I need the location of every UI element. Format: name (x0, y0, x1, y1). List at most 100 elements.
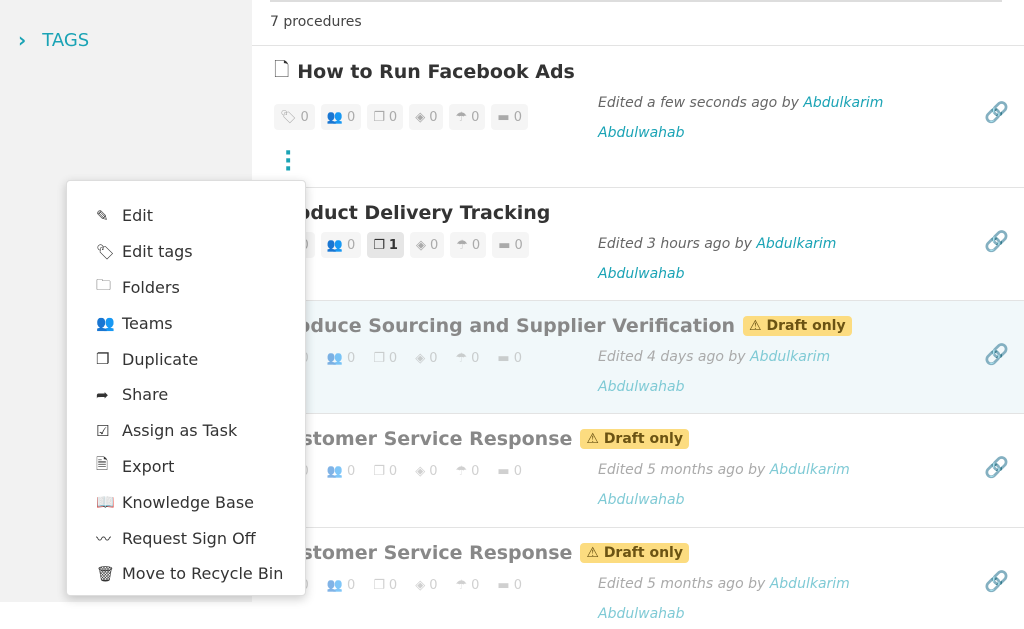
procedure-row[interactable]: Customer Service Response⚠ Draft only🏷0👥… (252, 527, 1024, 622)
folders-count-chip[interactable]: ▬ 0 (491, 458, 528, 484)
umbrella-icon: ☂ (455, 109, 468, 125)
menu-item-teams[interactable]: 👥 Teams (67, 305, 305, 341)
menu-item-share[interactable]: ➦ Share (67, 377, 305, 413)
pdf-icon: 🗎 (96, 454, 109, 473)
teams-count-chip[interactable]: 👥 0 (320, 232, 362, 258)
tag-icon: 🏷 (96, 242, 116, 261)
folder-icon: ▬ (498, 237, 511, 253)
share-count-chip[interactable]: ☂ 0 (449, 345, 485, 371)
users-icon: 👥 (326, 463, 343, 479)
link-icon[interactable]: 🔗 (984, 455, 1009, 479)
draft-badge: ⚠ Draft only (743, 316, 852, 336)
docs-count-chip[interactable]: ❐ 1 (367, 232, 404, 258)
procedure-title[interactable]: Customer Service Response ⚠ Draft only (274, 428, 689, 450)
diamond-icon: ◈ (415, 109, 426, 125)
users-icon: 👥 (96, 314, 115, 333)
menu-item-export[interactable]: 🗎 Export (67, 449, 305, 485)
link-icon[interactable]: 🔗 (984, 100, 1009, 124)
diamond-icon: ◈ (415, 350, 426, 366)
procedure-row[interactable]: Produce Sourcing and Supplier Verificati… (252, 300, 1024, 413)
users-icon: 👥 (326, 109, 343, 125)
procedure-title[interactable]: Produce Sourcing and Supplier Verificati… (274, 315, 852, 337)
share-count-chip[interactable]: ☂ 0 (449, 104, 486, 130)
share-icon: ➦ (96, 385, 109, 404)
procedure-title[interactable]: Customer Service Response ⚠ Draft only (274, 542, 689, 564)
teams-count-chip[interactable]: 👥 0 (321, 345, 361, 371)
tags-label: TAGS (42, 29, 90, 51)
edited-info: Edited 5 months ago by Abdulkarim Abdulw… (598, 576, 850, 622)
teams-count-chip[interactable]: 👥 0 (320, 104, 362, 130)
link-icon[interactable]: 🔗 (984, 229, 1009, 253)
menu-item-edit-tags[interactable]: 🏷 Edit tags (67, 234, 305, 270)
docs-count-chip[interactable]: ❐ 0 (367, 345, 403, 371)
docs-count-chip[interactable]: ❐ 0 (367, 104, 404, 130)
menu-item-duplicate[interactable]: ❐ Duplicate (67, 341, 305, 377)
documents-icon: ❐ (373, 350, 385, 366)
documents-icon: ❐ (373, 463, 385, 479)
chevron-right-icon: › (18, 28, 27, 52)
teams-count-chip[interactable]: 👥 0 (321, 458, 361, 484)
folder-icon: ▬ (497, 109, 510, 125)
draft-badge: ⚠ Draft only (580, 429, 689, 449)
divider (270, 0, 1002, 2)
diamond-icon: ◈ (415, 463, 426, 479)
book-icon: 📖 (96, 493, 115, 512)
folder-icon: 🗀 (96, 275, 112, 294)
procedure-title[interactable]: Product Delivery Tracking (274, 202, 550, 224)
umbrella-icon: ☂ (455, 463, 468, 479)
edit-icon: ✎ (96, 206, 109, 225)
draft-badge: ⚠ Draft only (580, 543, 689, 563)
steps-count-chip[interactable]: ◈ 0 (409, 572, 443, 598)
share-count-chip[interactable]: ☂ 0 (449, 572, 485, 598)
procedure-row[interactable]: Customer Service Response⚠ Draft only🏷0👥… (252, 413, 1024, 527)
folders-count-chip[interactable]: ▬ 0 (492, 232, 529, 258)
link-icon[interactable]: 🔗 (984, 569, 1009, 593)
diamond-icon: ◈ (415, 237, 426, 253)
menu-item-move-to-recycle-bin[interactable]: 🗑 Move to Recycle Bin (67, 556, 305, 592)
sidebar-item-tags[interactable]: › TAGS (18, 28, 89, 52)
menu-item-edit[interactable]: ✎ Edit (67, 198, 305, 234)
users-icon: 👥 (326, 350, 343, 366)
tag-icon: 🏷 (280, 109, 297, 125)
umbrella-icon: ☂ (455, 350, 468, 366)
edited-info: Edited 4 days ago by Abdulkarim Abdulwah… (598, 349, 831, 395)
steps-count-chip[interactable]: ◈ 0 (409, 232, 445, 258)
folders-count-chip[interactable]: ▬ 0 (491, 345, 528, 371)
tags-count-chip[interactable]: 🏷0 (274, 104, 315, 130)
link-icon[interactable]: 🔗 (984, 342, 1009, 366)
umbrella-icon: ☂ (455, 577, 468, 593)
copy-icon: ❐ (96, 350, 110, 369)
procedure-row[interactable]: Product Delivery Tracking🏷0👥0❐1◈0☂0▬0Edi… (252, 187, 1024, 300)
edited-info: Edited 5 months ago by Abdulkarim Abdulw… (598, 462, 850, 508)
folder-icon: ▬ (497, 463, 510, 479)
docs-count-chip[interactable]: ❐ 0 (367, 458, 403, 484)
users-icon: 👥 (326, 577, 343, 593)
folder-icon: ▬ (497, 350, 510, 366)
document-icon: 🗋 (274, 59, 290, 81)
steps-count-chip[interactable]: ◈ 0 (409, 458, 443, 484)
share-count-chip[interactable]: ☂ 0 (450, 232, 487, 258)
more-options-icon[interactable]: · · · (284, 143, 292, 181)
folders-count-chip[interactable]: ▬ 0 (491, 572, 528, 598)
trash-icon: 🗑 (96, 564, 116, 583)
umbrella-icon: ☂ (456, 237, 468, 253)
steps-count-chip[interactable]: ◈ 0 (409, 345, 443, 371)
menu-item-knowledge-base[interactable]: 📖 Knowledge Base (67, 484, 305, 520)
documents-icon: ❐ (373, 237, 385, 253)
menu-item-assign-as-task[interactable]: ☑ Assign as Task (67, 413, 305, 449)
share-count-chip[interactable]: ☂ 0 (449, 458, 485, 484)
procedure-row[interactable]: 🗋 How to Run Facebook Ads 🏷 0 👥 0 ❐ 0 ◈ 0 ☂ 0 ▬ 0 Edit… (252, 45, 1024, 187)
folders-count-chip[interactable]: ▬ 0 (491, 104, 528, 130)
menu-item-request-sign-off[interactable]: 〰 Request Sign Off (67, 520, 305, 556)
folder-icon: ▬ (497, 577, 510, 593)
teams-count-chip[interactable]: 👥 0 (321, 572, 361, 598)
menu-item-folders[interactable]: 🗀 Folders (67, 270, 305, 306)
context-menu: ✎ Edit 🏷 Edit tags 🗀 Folders 👥 Teams ❐ Duplicate ➦… (66, 180, 306, 596)
docs-count-chip[interactable]: ❐ 0 (367, 572, 403, 598)
users-icon: 👥 (326, 237, 343, 253)
checkbox-icon: ☑ (96, 421, 110, 440)
documents-icon: ❐ (373, 577, 385, 593)
steps-count-chip[interactable]: ◈ 0 (409, 104, 444, 130)
procedure-title[interactable]: 🗋 How to Run Facebook Ads (274, 56, 575, 88)
diamond-icon: ◈ (415, 577, 426, 593)
